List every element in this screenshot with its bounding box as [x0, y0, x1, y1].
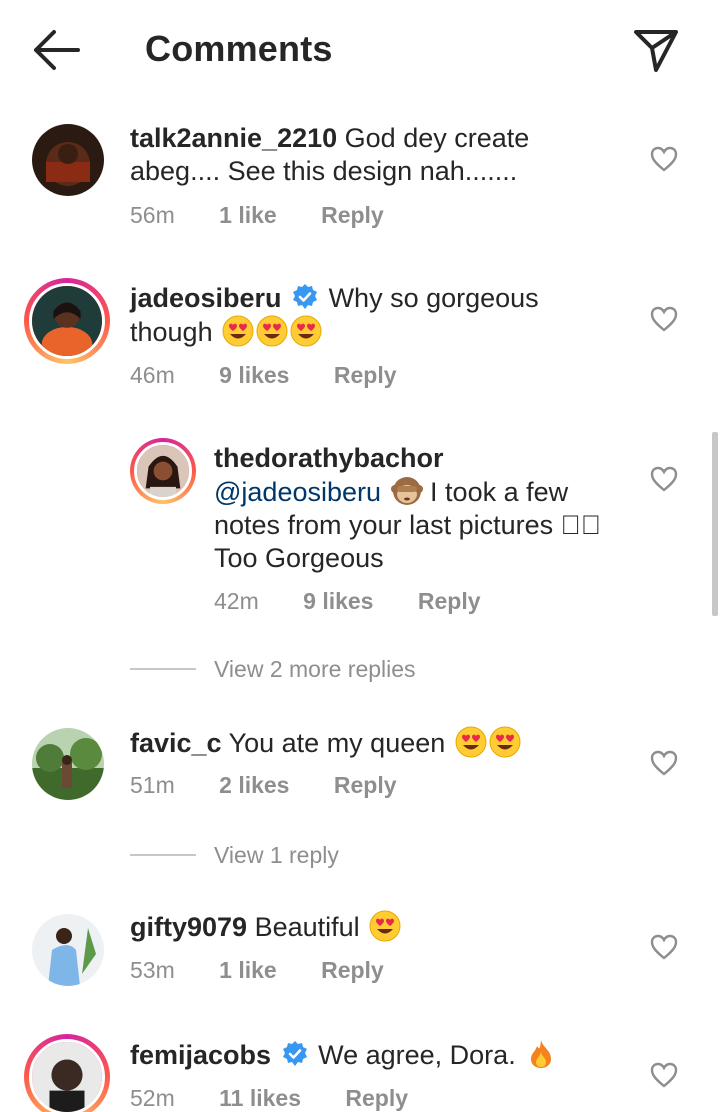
- timestamp: 52m: [130, 1085, 175, 1111]
- timestamp: 46m: [130, 362, 175, 388]
- reply-button[interactable]: Reply: [418, 588, 481, 615]
- comment-text: We agree, Dora.: [318, 1040, 516, 1070]
- divider-line: [130, 668, 196, 670]
- reply-button[interactable]: Reply: [334, 772, 397, 799]
- username-link[interactable]: talk2annie_2210: [130, 123, 337, 153]
- reply-button[interactable]: Reply: [334, 362, 397, 389]
- like-heart-icon[interactable]: [650, 1062, 678, 1088]
- username-link[interactable]: femijacobs: [130, 1040, 271, 1070]
- comment-text-line2: Too Gorgeous: [214, 543, 384, 573]
- heart-eyes-emoji-icon: [369, 910, 401, 942]
- heart-eyes-emoji-icon: [222, 315, 254, 347]
- view-more-replies-button[interactable]: View 2 more replies: [130, 656, 416, 683]
- comment-meta: 46m 9 likes Reply: [130, 362, 397, 389]
- timestamp: 42m: [214, 588, 259, 614]
- likes-count[interactable]: 11 likes: [219, 1085, 301, 1112]
- like-heart-icon[interactable]: [650, 750, 678, 776]
- avatar[interactable]: [32, 728, 104, 800]
- likes-count[interactable]: 1 like: [219, 202, 277, 229]
- send-icon[interactable]: [630, 24, 682, 76]
- comment-meta: 52m 11 likes Reply: [130, 1085, 408, 1112]
- heart-eyes-emoji-icon: [256, 315, 288, 347]
- page-title: Comments: [145, 28, 333, 69]
- comment-body: talk2annie_2210 God dey create abeg.... …: [130, 122, 600, 188]
- mention-link[interactable]: @jadeosiberu: [214, 477, 381, 507]
- avatar[interactable]: [130, 438, 196, 504]
- likes-count[interactable]: 1 like: [219, 957, 277, 984]
- divider-line: [130, 854, 196, 856]
- view-replies-button[interactable]: View 1 reply: [130, 842, 339, 869]
- avatar[interactable]: [32, 124, 104, 196]
- avatar[interactable]: [32, 914, 104, 986]
- comment-body: thedorathybachor @jadeosiberu I took a f…: [214, 442, 614, 575]
- scrollbar[interactable]: [712, 432, 718, 616]
- see-no-evil-monkey-emoji-icon: [390, 475, 423, 507]
- timestamp: 51m: [130, 772, 175, 798]
- comment-body: favic_c You ate my queen: [130, 726, 600, 760]
- comment-text: You ate my queen: [228, 728, 446, 758]
- comment-meta: 42m 9 likes Reply: [214, 588, 481, 615]
- like-heart-icon[interactable]: [650, 306, 678, 332]
- heart-eyes-emoji-icon: [489, 726, 521, 758]
- comment-meta: 53m 1 like Reply: [130, 957, 384, 984]
- comment-meta: 56m 1 like Reply: [130, 202, 384, 229]
- comment-body: femijacobs We agree, Dora.: [130, 1038, 600, 1072]
- avatar[interactable]: [24, 278, 110, 364]
- reply-button[interactable]: Reply: [345, 1085, 408, 1112]
- likes-count[interactable]: 2 likes: [219, 772, 289, 799]
- view-more-label: View 1 reply: [214, 842, 339, 868]
- reply-button[interactable]: Reply: [321, 202, 384, 229]
- timestamp: 56m: [130, 202, 175, 228]
- top-bar: Comments: [0, 0, 720, 100]
- verified-badge-icon: [282, 1041, 307, 1066]
- likes-count[interactable]: 9 likes: [219, 362, 289, 389]
- like-heart-icon[interactable]: [650, 934, 678, 960]
- glyph-text:   : [560, 510, 602, 540]
- heart-eyes-emoji-icon: [455, 726, 487, 758]
- comment-text: Beautiful: [254, 912, 360, 942]
- timestamp: 53m: [130, 957, 175, 983]
- username-link[interactable]: jadeosiberu: [130, 283, 282, 313]
- view-more-label: View 2 more replies: [214, 656, 416, 682]
- comment-body: gifty9079 Beautiful: [130, 910, 600, 944]
- verified-badge-icon: [293, 284, 318, 309]
- likes-count[interactable]: 9 likes: [303, 588, 373, 615]
- username-link[interactable]: favic_c: [130, 728, 222, 758]
- like-heart-icon[interactable]: [650, 466, 678, 492]
- fire-emoji-icon: [525, 1038, 557, 1070]
- back-arrow-icon[interactable]: [30, 26, 82, 74]
- comment-meta: 51m 2 likes Reply: [130, 772, 397, 799]
- reply-button[interactable]: Reply: [321, 957, 384, 984]
- heart-eyes-emoji-icon: [290, 315, 322, 347]
- username-link[interactable]: gifty9079: [130, 912, 247, 942]
- avatar[interactable]: [24, 1034, 110, 1112]
- comment-body: jadeosiberu Why so gorgeous though: [130, 282, 600, 349]
- username-link[interactable]: thedorathybachor: [214, 443, 444, 473]
- like-heart-icon[interactable]: [650, 146, 678, 172]
